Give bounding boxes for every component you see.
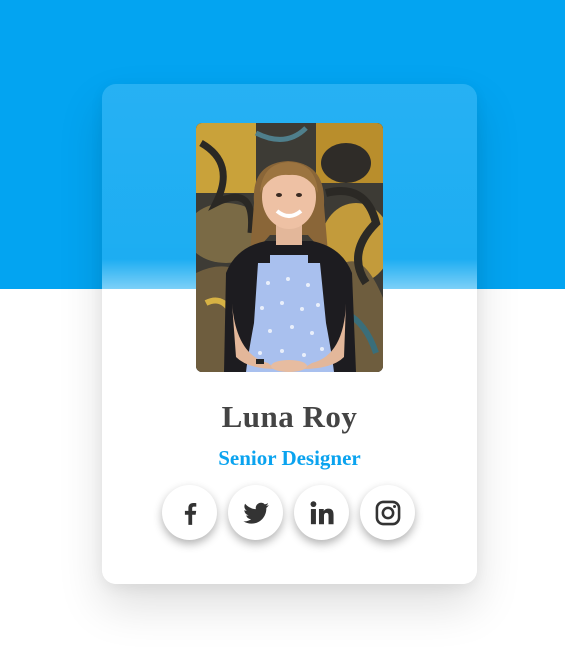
- linkedin-icon: [310, 500, 334, 524]
- twitter-button[interactable]: [228, 485, 283, 540]
- profile-name: Luna Roy: [221, 399, 358, 434]
- profile-card: Luna Roy Senior Designer: [102, 84, 477, 584]
- profile-photo: [196, 123, 383, 372]
- social-links: [162, 485, 418, 541]
- twitter-icon: [242, 502, 269, 524]
- facebook-button[interactable]: [162, 485, 217, 540]
- instagram-button[interactable]: [360, 485, 415, 540]
- instagram-icon: [375, 500, 400, 525]
- profile-title: Senior Designer: [218, 446, 361, 470]
- facebook-icon: [184, 502, 196, 525]
- linkedin-button[interactable]: [294, 485, 349, 540]
